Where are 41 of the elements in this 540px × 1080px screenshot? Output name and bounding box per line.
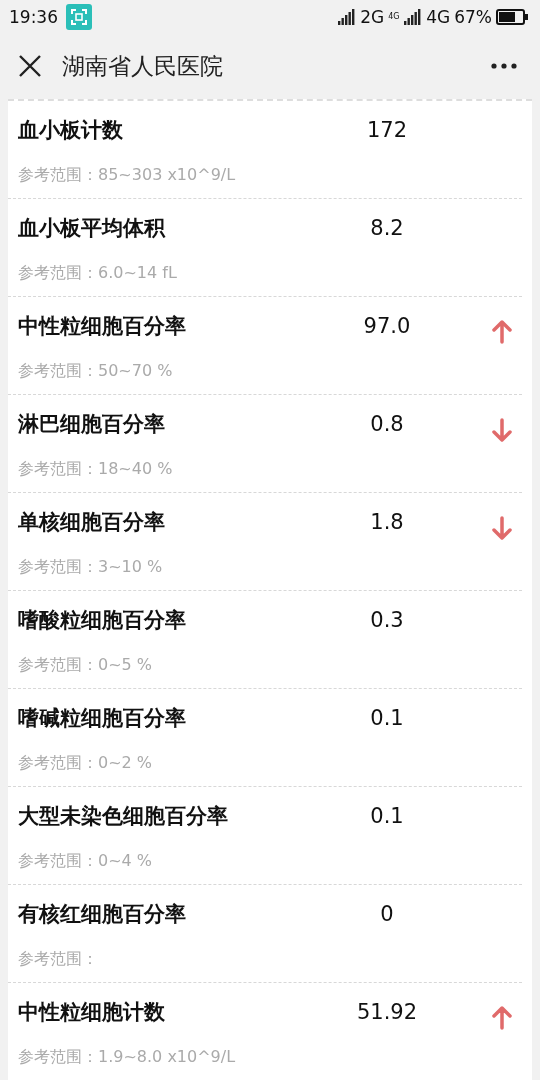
reference-range: 参考范围：3~10 % bbox=[18, 556, 164, 578]
test-name: 血小板计数 bbox=[18, 117, 124, 144]
reference-range: 参考范围： bbox=[18, 948, 99, 970]
test-value: 0.1 bbox=[369, 705, 405, 732]
test-value: 1.8 bbox=[369, 509, 405, 536]
test-value: 0.8 bbox=[369, 411, 405, 438]
test-value: 0.3 bbox=[369, 607, 405, 634]
test-name: 嗜酸粒细胞百分率 bbox=[18, 607, 187, 634]
reference-range: 参考范围：18~40 % bbox=[18, 458, 174, 480]
signal-icon bbox=[338, 8, 357, 25]
page-title: 湖南省人民医院 bbox=[62, 51, 224, 81]
test-name: 淋巴细胞百分率 bbox=[18, 411, 166, 438]
more-button[interactable] bbox=[488, 60, 520, 72]
network-type-small: 4G bbox=[388, 12, 401, 21]
battery-percent: 67% bbox=[454, 6, 492, 27]
test-value: 0.1 bbox=[369, 803, 405, 830]
test-name: 血小板平均体积 bbox=[18, 215, 167, 242]
screenshot-icon bbox=[66, 3, 92, 30]
test-value: 0 bbox=[379, 901, 395, 928]
reference-range: 参考范围：50~70 % bbox=[18, 360, 174, 382]
reference-range: 参考范围：0~4 % bbox=[18, 850, 154, 872]
test-name: 单核细胞百分率 bbox=[18, 509, 166, 536]
signal-icon bbox=[404, 8, 423, 25]
test-name: 中性粒细胞百分率 bbox=[18, 313, 187, 340]
test-value: 172 bbox=[365, 117, 409, 144]
reference-range: 参考范围：6.0~14 fL bbox=[18, 262, 178, 284]
battery-icon bbox=[496, 8, 528, 25]
test-value: 8.2 bbox=[369, 215, 405, 242]
reference-range: 参考范围：0~2 % bbox=[18, 752, 154, 774]
test-name: 中性粒细胞计数 bbox=[18, 999, 166, 1026]
test-name: 大型未染色细胞百分率 bbox=[18, 803, 229, 830]
network-type: 2G bbox=[360, 6, 385, 27]
test-value: 51.92 bbox=[355, 999, 419, 1026]
status-time: 19:36 bbox=[9, 6, 58, 27]
test-name: 嗜碱粒细胞百分率 bbox=[18, 705, 187, 732]
network-type: 4G bbox=[426, 6, 451, 27]
reference-range: 参考范围：1.9~8.0 x10^9/L bbox=[18, 1046, 237, 1068]
reference-range: 参考范围：85~303 x10^9/L bbox=[18, 164, 237, 186]
test-name: 有核红细胞百分率 bbox=[18, 901, 187, 928]
test-value: 97.0 bbox=[362, 313, 412, 340]
reference-range: 参考范围：0~5 % bbox=[18, 654, 154, 676]
